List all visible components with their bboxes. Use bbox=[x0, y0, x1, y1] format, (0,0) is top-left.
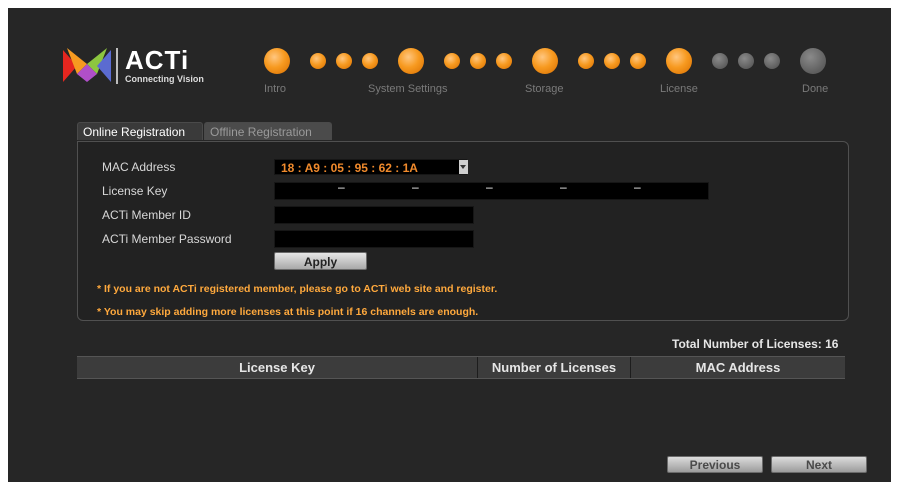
skip-note: * You may skip adding more licenses at t… bbox=[97, 306, 479, 318]
step-intro-indicator bbox=[264, 48, 290, 74]
license-key-separator: – bbox=[486, 180, 493, 194]
progress-dot bbox=[630, 53, 646, 69]
progress-dot bbox=[470, 53, 486, 69]
column-number-of-licenses[interactable]: Number of Licenses bbox=[478, 357, 630, 378]
license-table-header: License Key Number of Licenses MAC Addre… bbox=[77, 356, 845, 379]
tab-online-registration[interactable]: Online Registration bbox=[77, 122, 203, 140]
member-id-input[interactable] bbox=[274, 206, 474, 224]
step-label-license: License bbox=[660, 83, 698, 95]
license-key-separator: – bbox=[338, 180, 345, 194]
apply-button[interactable]: Apply bbox=[274, 252, 367, 270]
progress-dot bbox=[444, 53, 460, 69]
wizard-progress: Intro System Settings Storage License Do… bbox=[8, 8, 891, 108]
column-license-key[interactable]: License Key bbox=[77, 357, 477, 378]
member-password-label: ACTi Member Password bbox=[102, 232, 232, 246]
previous-button[interactable]: Previous bbox=[667, 456, 763, 473]
step-label-system-settings: System Settings bbox=[368, 83, 448, 95]
step-system-settings-indicator bbox=[398, 48, 424, 74]
next-button[interactable]: Next bbox=[771, 456, 867, 473]
tab-offline-registration[interactable]: Offline Registration bbox=[204, 122, 332, 140]
progress-dot bbox=[362, 53, 378, 69]
member-id-label: ACTi Member ID bbox=[102, 208, 191, 222]
step-label-intro: Intro bbox=[264, 83, 287, 95]
register-note: * If you are not ACTi registered member,… bbox=[97, 283, 498, 295]
progress-dot bbox=[712, 53, 728, 69]
license-key-label: License Key bbox=[102, 184, 168, 198]
chevron-down-icon[interactable] bbox=[459, 160, 468, 174]
progress-dot bbox=[336, 53, 352, 69]
license-key-separator: – bbox=[634, 180, 641, 194]
step-storage-indicator bbox=[532, 48, 558, 74]
progress-dot bbox=[604, 53, 620, 69]
license-key-separator: – bbox=[560, 180, 567, 194]
progress-dot bbox=[496, 53, 512, 69]
license-wizard-window: ACTi Connecting Vision Intro System Sett… bbox=[8, 8, 891, 482]
step-license-indicator bbox=[666, 48, 692, 74]
step-label-storage: Storage bbox=[525, 83, 564, 95]
online-registration-panel: MAC Address 18 : A9 : 05 : 95 : 62 : 1A … bbox=[77, 141, 849, 321]
mac-address-select[interactable]: 18 : A9 : 05 : 95 : 62 : 1A bbox=[274, 159, 467, 175]
mac-address-label: MAC Address bbox=[102, 160, 176, 174]
step-label-done: Done bbox=[802, 83, 829, 95]
progress-dot bbox=[578, 53, 594, 69]
progress-dot bbox=[764, 53, 780, 69]
progress-dot bbox=[738, 53, 754, 69]
column-mac-address[interactable]: MAC Address bbox=[631, 357, 845, 378]
progress-dot bbox=[310, 53, 326, 69]
license-key-separator: – bbox=[412, 180, 419, 194]
member-password-input[interactable] bbox=[274, 230, 474, 248]
total-licenses: Total Number of Licenses: 16 bbox=[672, 337, 839, 351]
step-done-indicator bbox=[800, 48, 826, 74]
